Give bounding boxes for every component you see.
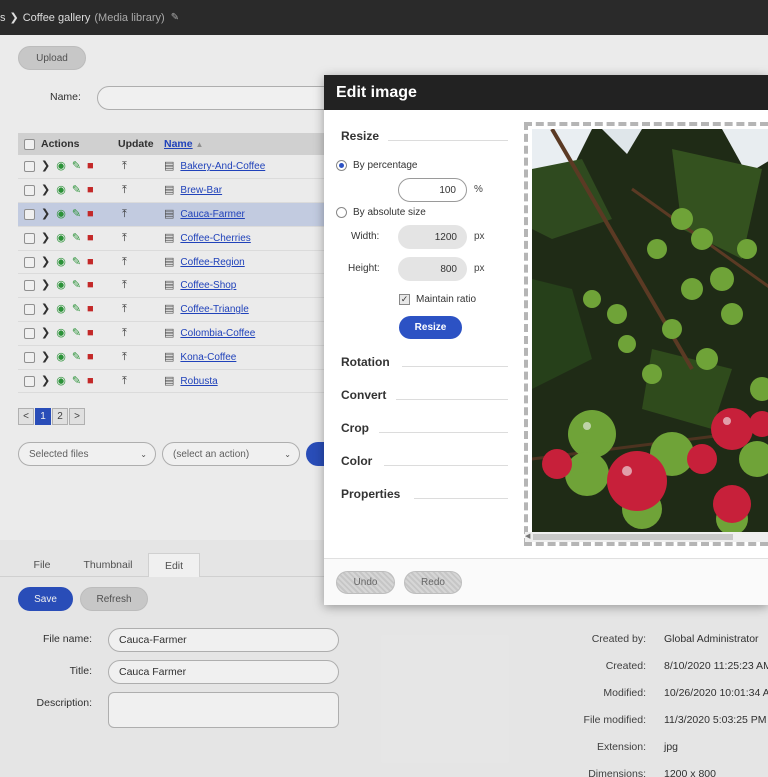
height-unit: px	[474, 263, 485, 274]
breadcrumb-current: Coffee gallery	[22, 11, 91, 24]
section-divider	[414, 498, 508, 499]
section-divider	[402, 366, 508, 367]
convert-section-heading[interactable]: Convert	[341, 388, 386, 402]
image-preview-frame[interactable]	[524, 122, 768, 546]
color-section-heading[interactable]: Color	[341, 454, 372, 468]
section-divider	[379, 432, 508, 433]
by-absolute-label: By absolute size	[353, 207, 426, 218]
breadcrumb-sub: (Media library)	[94, 11, 165, 24]
properties-section-heading[interactable]: Properties	[341, 487, 400, 501]
height-label: Height:	[348, 263, 380, 274]
width-unit: px	[474, 231, 485, 242]
resize-button[interactable]: Resize	[399, 316, 462, 339]
section-divider	[396, 399, 508, 400]
top-bar: s ❯ Coffee gallery (Media library) ✎	[0, 0, 768, 35]
maintain-ratio-checkbox[interactable]: ✓	[399, 294, 410, 305]
preview-horizontal-scrollbar[interactable]: ◀	[525, 532, 768, 542]
breadcrumb-separator-icon: ❯	[9, 12, 19, 24]
pin-icon[interactable]: ✎	[171, 12, 179, 23]
percentage-input[interactable]: 100	[398, 178, 467, 202]
rotation-section-heading[interactable]: Rotation	[341, 355, 390, 369]
undo-button[interactable]: Undo	[336, 571, 395, 594]
by-percentage-radio[interactable]	[336, 160, 347, 171]
height-input[interactable]: 800	[398, 257, 467, 281]
by-absolute-radio[interactable]	[336, 207, 347, 218]
dialog-title: Edit image	[324, 75, 768, 110]
redo-button[interactable]: Redo	[404, 571, 462, 594]
breadcrumb-prev[interactable]: s	[0, 12, 6, 24]
by-percentage-label: By percentage	[353, 160, 418, 171]
section-divider	[388, 140, 508, 141]
scrollbar-thumb[interactable]	[533, 534, 733, 540]
percent-unit: %	[474, 184, 483, 195]
resize-section-heading[interactable]: Resize	[341, 129, 379, 143]
maintain-ratio-label: Maintain ratio	[416, 294, 477, 305]
dialog-footer: Undo Redo	[324, 558, 768, 605]
width-input[interactable]: 1200	[398, 225, 467, 249]
crop-section-heading[interactable]: Crop	[341, 421, 369, 435]
coffee-cherries-photo	[532, 129, 768, 536]
scroll-left-arrow-icon[interactable]: ◀	[525, 532, 530, 540]
edit-image-dialog: Edit image Resize By percentage 100 % By…	[324, 75, 768, 605]
width-label: Width:	[351, 231, 380, 242]
section-divider	[384, 465, 508, 466]
